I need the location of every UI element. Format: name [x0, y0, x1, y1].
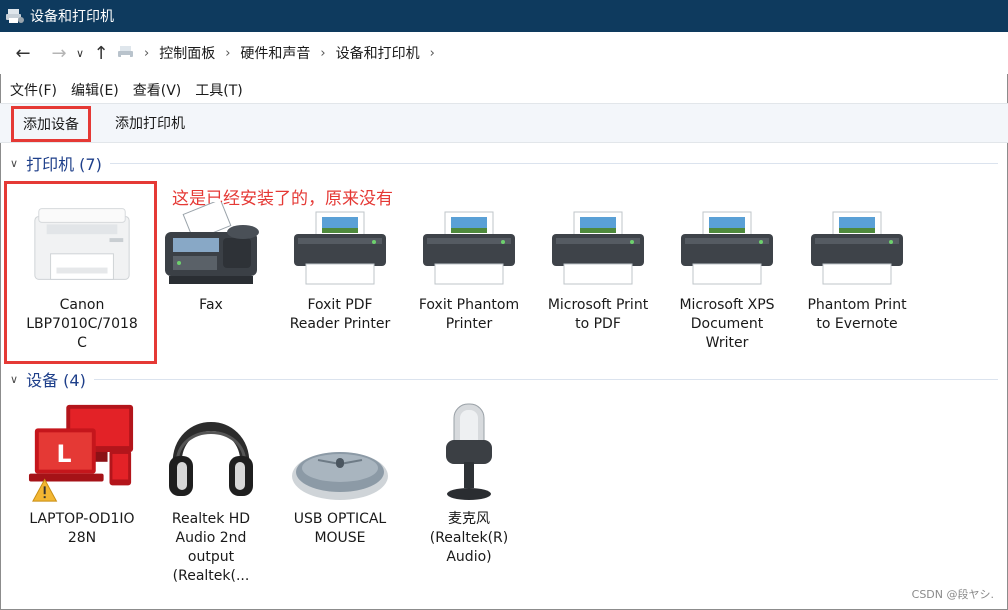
- up-arrow-icon[interactable]: ↑: [88, 38, 114, 68]
- group-divider: [93, 378, 998, 380]
- breadcrumb-separator-icon[interactable]: ›: [426, 46, 439, 61]
- printer-item-foxit-pdf-reader[interactable]: Foxit PDF Reader Printer: [275, 190, 405, 334]
- printer-icon: [414, 190, 524, 290]
- printer-label: Microsoft XPS Document Writer: [679, 297, 775, 351]
- device-item-usb-mouse[interactable]: USB OPTICAL MOUSE: [275, 404, 405, 548]
- printer-icon: [285, 190, 395, 290]
- printer-icon: [543, 190, 653, 290]
- device-label: Realtek HD Audio 2nd output (Realtek(...: [171, 511, 251, 584]
- add-printer-button[interactable]: 添加打印机: [103, 104, 197, 142]
- printer-icon: [802, 190, 912, 290]
- printer-icon: [672, 190, 782, 290]
- menu-edit[interactable]: 编辑(E): [71, 80, 119, 100]
- printer-label: Canon LBP7010C/7018 C: [26, 297, 138, 351]
- menu-bar: 文件(F) 编辑(E) 查看(V) 工具(T): [0, 78, 1008, 102]
- watermark: CSDN @段ヤシ.: [911, 588, 994, 601]
- device-label: LAPTOP-OD1IO 28N: [29, 511, 135, 546]
- devices-printers-icon: [6, 7, 24, 25]
- title-bar: 设备和打印机: [0, 0, 1008, 32]
- menu-view[interactable]: 查看(V): [133, 80, 182, 100]
- window-title: 设备和打印机: [30, 9, 114, 25]
- breadcrumb-item-hardware-sound[interactable]: 硬件和声音: [234, 43, 316, 63]
- device-item-headphones[interactable]: Realtek HD Audio 2nd output (Realtek(...: [146, 404, 276, 586]
- group-divider: [109, 162, 998, 164]
- fax-icon: [156, 190, 266, 290]
- command-bar: 添加设备 添加打印机: [0, 103, 1008, 143]
- printer-item-phantom-evernote[interactable]: Phantom Print to Evernote: [792, 190, 922, 334]
- printer-label: Foxit Phantom Printer: [418, 297, 520, 332]
- printer-item-ms-print-to-pdf[interactable]: Microsoft Print to PDF: [533, 190, 663, 334]
- menu-file[interactable]: 文件(F): [10, 80, 57, 100]
- laptop-warning-icon: L: [27, 404, 137, 504]
- printer-label: Phantom Print to Evernote: [807, 297, 907, 332]
- chevron-down-icon[interactable]: ∨: [72, 38, 88, 68]
- device-label: USB OPTICAL MOUSE: [293, 511, 387, 546]
- chevron-down-icon[interactable]: ∨: [10, 157, 18, 170]
- device-item-microphone[interactable]: 麦克风 (Realtek(R) Audio): [404, 403, 534, 567]
- device-item-laptop[interactable]: L LAPTOP-OD1IO 28N: [17, 404, 147, 548]
- headphones-icon: [156, 404, 266, 504]
- printers-group-header[interactable]: ∨ 打印机 (7): [0, 150, 1008, 176]
- breadcrumb-separator-icon[interactable]: ›: [140, 46, 153, 61]
- address-bar: ← → ∨ ↑ › 控制面板 › 硬件和声音 › 设备和打印机 ›: [0, 32, 1008, 74]
- devices-group-title: 设备 (4): [26, 371, 86, 390]
- svg-text:L: L: [56, 440, 71, 468]
- printer-item-fax[interactable]: Fax: [146, 190, 276, 315]
- printer-item-ms-xps-writer[interactable]: Microsoft XPS Document Writer: [662, 190, 792, 353]
- mouse-icon: [285, 404, 395, 504]
- printers-group-title: 打印机 (7): [26, 155, 102, 174]
- breadcrumb-item-control-panel[interactable]: 控制面板: [153, 43, 221, 63]
- add-device-button[interactable]: 添加设备: [11, 106, 91, 142]
- printer-item-foxit-phantom[interactable]: Foxit Phantom Printer: [404, 190, 534, 334]
- device-label: 麦克风 (Realtek(R) Audio): [429, 511, 509, 565]
- devices-group-header[interactable]: ∨ 设备 (4): [0, 366, 1008, 392]
- printer-label: Fax: [199, 297, 223, 313]
- back-arrow-icon[interactable]: ←: [10, 38, 36, 68]
- chevron-down-icon[interactable]: ∨: [10, 373, 18, 386]
- canon-printer-icon: [27, 190, 137, 290]
- printer-item-canon[interactable]: Canon LBP7010C/7018 C: [17, 190, 147, 353]
- breadcrumb-separator-icon[interactable]: ›: [221, 46, 234, 61]
- breadcrumb-separator-icon[interactable]: ›: [316, 46, 329, 61]
- forward-arrow-icon[interactable]: →: [46, 38, 72, 68]
- printer-label: Microsoft Print to PDF: [547, 297, 649, 332]
- breadcrumb-item-devices-printers[interactable]: 设备和打印机: [330, 43, 426, 63]
- microphone-icon: [414, 403, 524, 504]
- printer-label: Foxit PDF Reader Printer: [289, 297, 391, 332]
- breadcrumb: › 控制面板 › 硬件和声音 › 设备和打印机 ›: [118, 43, 439, 63]
- menu-tools[interactable]: 工具(T): [195, 80, 242, 100]
- control-panel-icon[interactable]: [118, 45, 136, 61]
